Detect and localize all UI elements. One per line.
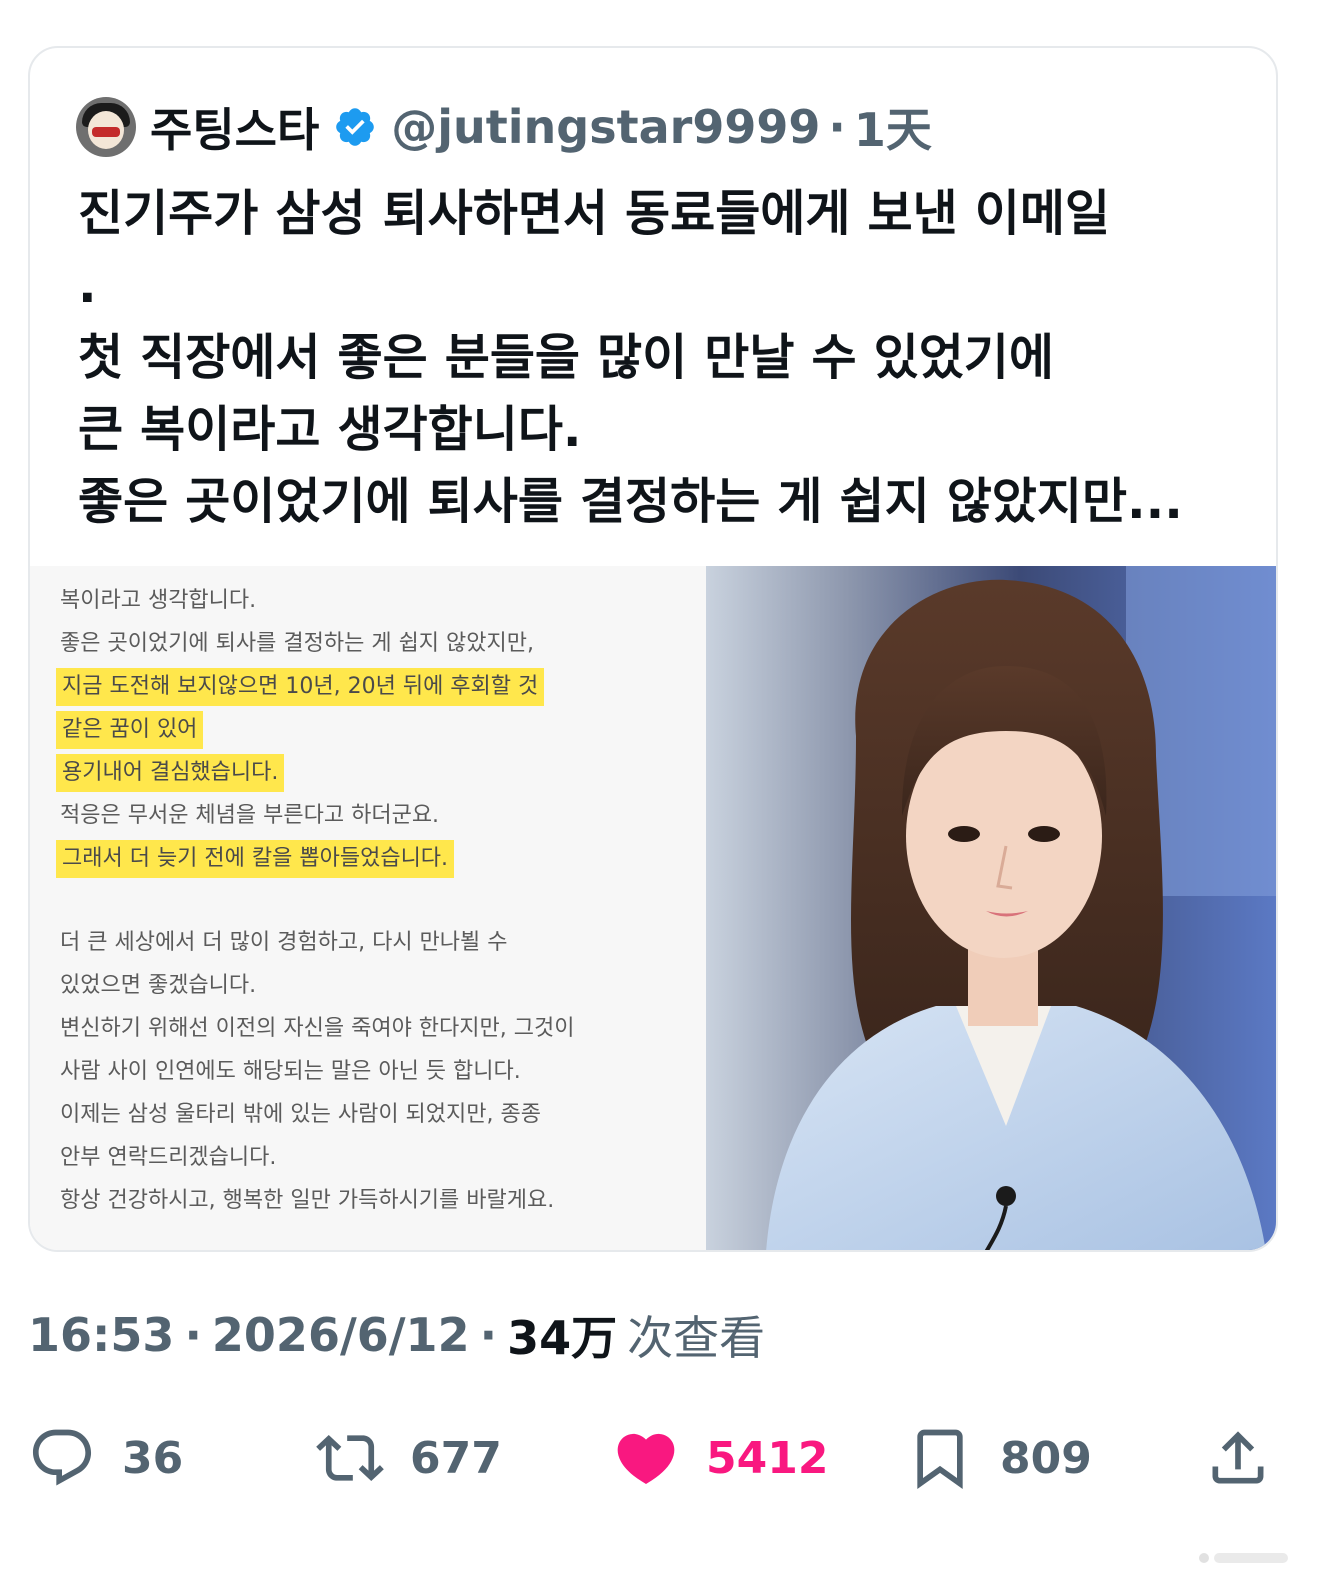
email-line: 안부 연락드리겠습니다.: [60, 1145, 277, 1170]
action-bar: 36 677 5412 809: [0, 1410, 1320, 1506]
reply-button[interactable]: 36: [28, 1410, 183, 1506]
author-name[interactable]: 주팅스타: [150, 94, 319, 160]
avatar[interactable]: [76, 97, 136, 157]
email-line-highlighted: 같은 꿈이 있어: [56, 711, 204, 749]
separator-dot: ·: [828, 100, 846, 154]
like-button[interactable]: 5412: [612, 1410, 828, 1506]
bookmark-icon: [917, 1429, 963, 1489]
email-line: 더 큰 세상에서 더 많이 경험하고, 다시 만나뵐 수: [60, 930, 508, 955]
post-time[interactable]: 1天: [854, 94, 932, 160]
quoted-tweet-header: 주팅스타 @jutingstar9999 · 1天: [76, 92, 932, 162]
bookmark-count: 809: [1000, 1432, 1092, 1484]
reply-count: 36: [122, 1432, 184, 1484]
watermark-icon: [1199, 1553, 1288, 1563]
like-count: 5412: [706, 1432, 829, 1484]
tweet-media[interactable]: 복이라고 생각합니다. 좋은 곳이었기에 퇴사를 결정하는 게 쉽지 않았지만,…: [30, 566, 1276, 1250]
share-button[interactable]: [1204, 1410, 1272, 1506]
email-line: 있었으면 좋겠습니다.: [60, 973, 257, 998]
repost-count: 677: [410, 1432, 502, 1484]
portrait-photo: [706, 566, 1276, 1250]
email-line-highlighted: 용기내어 결심했습니다.: [56, 754, 285, 792]
email-line: 복이라고 생각합니다.: [60, 588, 257, 613]
repost-icon: [316, 1434, 384, 1482]
share-icon: [1212, 1431, 1264, 1484]
post-time[interactable]: 16:53: [28, 1308, 174, 1362]
email-line-highlighted: 지금 도전해 보지않으면 10년, 20년 뒤에 후회할 것: [56, 668, 545, 706]
author-handle[interactable]: @jutingstar9999: [391, 100, 820, 154]
repost-button[interactable]: 677: [316, 1410, 502, 1506]
email-line: 이제는 삼성 울타리 밖에 있는 사람이 되었지만, 종종: [60, 1102, 541, 1127]
post-meta: 16:53 · 2026/6/12 · 34万 次查看: [28, 1300, 765, 1370]
separator-dot: ·: [479, 1308, 498, 1362]
email-line: 변신하기 위해선 이전의 자신을 죽여야 한다지만, 그것이: [60, 1016, 575, 1041]
email-line: 적응은 무서운 체념을 부른다고 하더군요.: [60, 803, 440, 828]
views-label: 次查看: [627, 1311, 766, 1365]
quoted-tweet-text: 진기주가 삼성 퇴사하면서 동료들에게 보낸 이메일 . 첫 직장에서 좋은 분…: [78, 185, 1183, 530]
quoted-tweet-card[interactable]: 주팅스타 @jutingstar9999 · 1天 진기주가 삼성 퇴사하면서 …: [28, 46, 1278, 1252]
verified-badge-icon: [336, 108, 375, 146]
email-line-highlighted: 그래서 더 늦기 전에 칼을 뽑아들었습니다.: [56, 840, 455, 878]
reply-icon: [32, 1429, 92, 1486]
views-count[interactable]: 34万: [507, 1302, 617, 1368]
bookmark-button[interactable]: 809: [906, 1410, 1092, 1506]
post-date[interactable]: 2026/6/12: [212, 1308, 470, 1362]
separator-dot: ·: [184, 1308, 202, 1362]
heart-icon: [617, 1433, 675, 1484]
email-line: 사람 사이 인연에도 해당되는 말은 아닌 듯 합니다.: [60, 1059, 521, 1084]
email-screenshot: 복이라고 생각합니다. 좋은 곳이었기에 퇴사를 결정하는 게 쉽지 않았지만,…: [30, 566, 706, 1250]
email-line: 좋은 곳이었기에 퇴사를 결정하는 게 쉽지 않았지만,: [60, 631, 534, 656]
email-line: 항상 건강하시고, 행복한 일만 가득하시기를 바랄게요.: [60, 1188, 555, 1213]
